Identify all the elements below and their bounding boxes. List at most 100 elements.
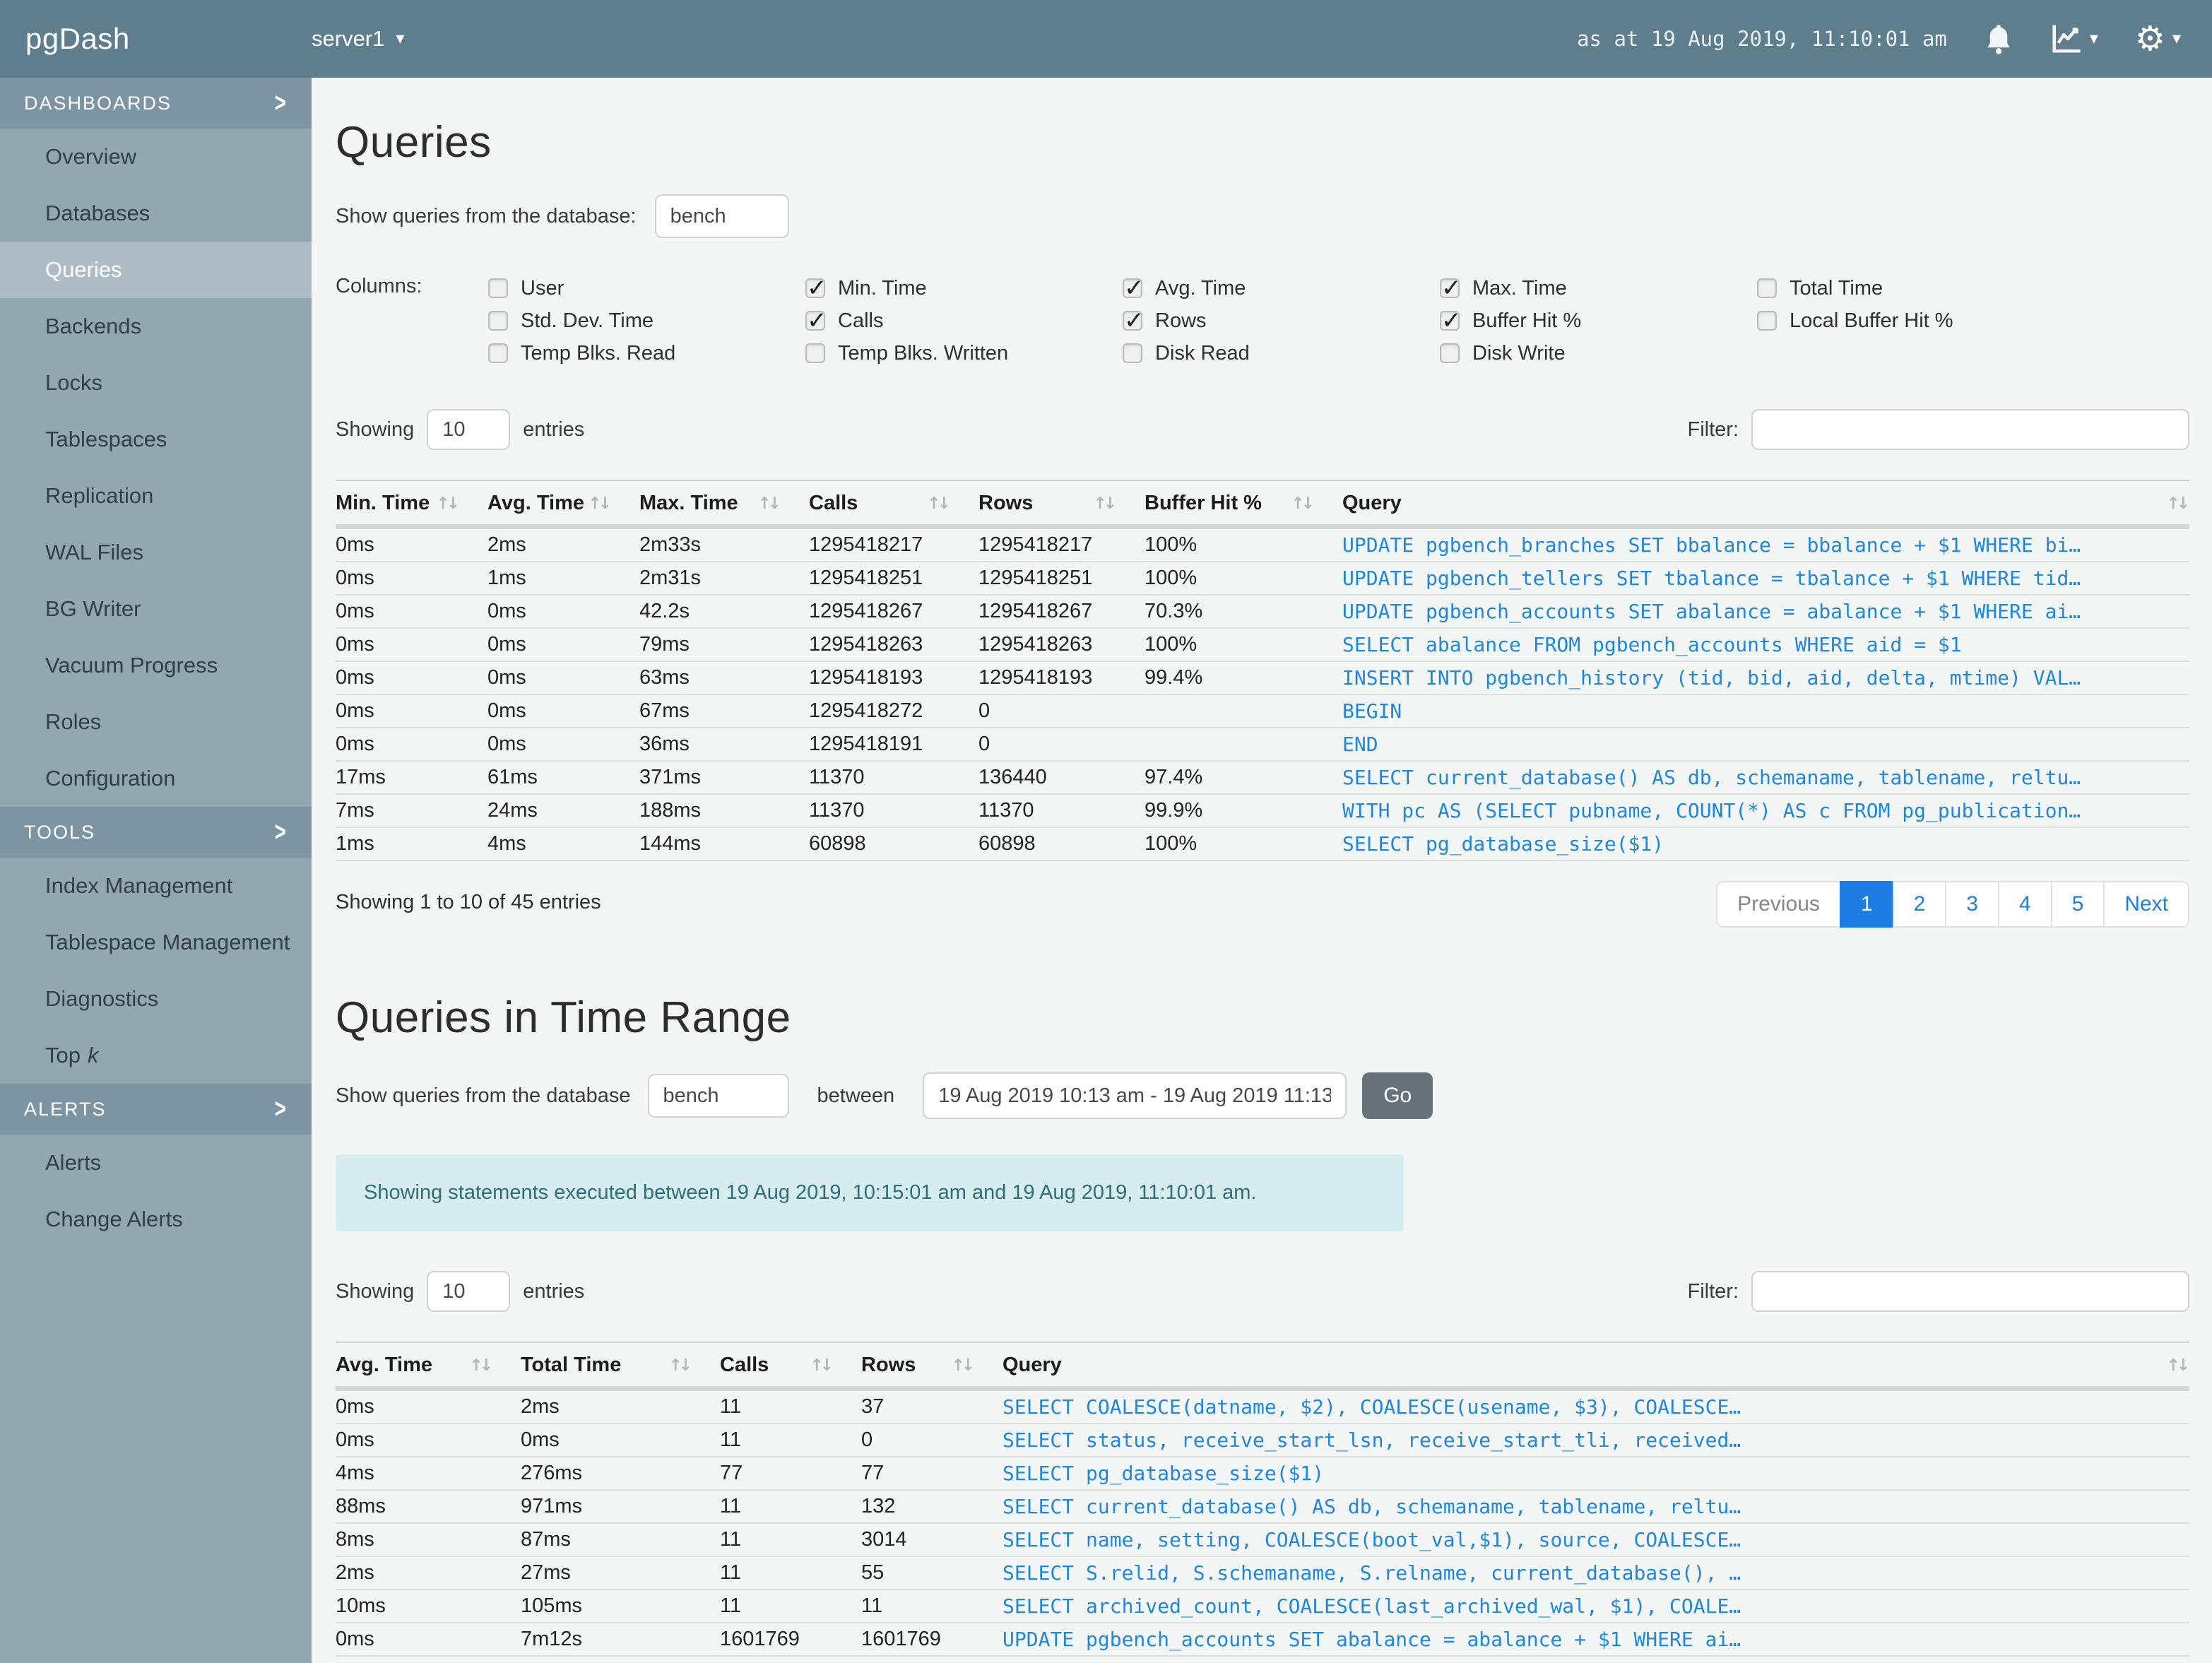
sort-icon[interactable]: ↑↓ bbox=[2166, 495, 2189, 513]
query-link[interactable]: SELECT abalance FROM pgbench_accounts WH… bbox=[1342, 628, 2189, 662]
col-header-query-2[interactable]: Query ↑↓ bbox=[1003, 1342, 2190, 1389]
column-checkbox[interactable]: ✓ Avg. Time bbox=[1123, 274, 1440, 302]
column-checkbox[interactable]: ✓ Disk Write bbox=[1440, 342, 1757, 365]
checkbox-box[interactable]: ✓ bbox=[1757, 311, 1777, 331]
server-dropdown[interactable]: server1 ▾ bbox=[312, 26, 404, 52]
pagination-page[interactable]: 4 bbox=[1997, 881, 2052, 928]
pagination-page[interactable]: 2 bbox=[1892, 881, 1947, 928]
query-link[interactable]: SELECT pg_database_size($1) bbox=[1342, 827, 2189, 861]
sidebar-item[interactable]: Diagnostics bbox=[0, 971, 312, 1027]
sidebar-item[interactable]: Configuration bbox=[0, 750, 312, 807]
column-checkbox[interactable]: ✓ User bbox=[488, 277, 805, 300]
col-header-rows[interactable]: Rows ↑↓ bbox=[978, 480, 1145, 527]
column-checkbox[interactable]: ✓ Local Buffer Hit % bbox=[1757, 309, 2074, 333]
sort-icon[interactable]: ↑↓ bbox=[436, 495, 459, 513]
checkbox-box[interactable]: ✓ bbox=[488, 311, 508, 331]
col-header-min-time[interactable]: Min. Time ↑↓ bbox=[336, 480, 487, 527]
pagination-previous[interactable]: Previous bbox=[1716, 881, 1841, 928]
query-link[interactable]: SELECT current_database() AS db, scheman… bbox=[1342, 761, 2189, 795]
query-link[interactable]: END bbox=[1342, 728, 2189, 762]
checkbox-box[interactable]: ✓ bbox=[805, 343, 825, 363]
checkbox-box[interactable]: ✓ bbox=[805, 274, 827, 302]
sidebar-item[interactable]: Overview bbox=[0, 129, 312, 185]
sidebar-item[interactable]: Alerts bbox=[0, 1135, 312, 1191]
sidebar-item[interactable]: Queries bbox=[0, 242, 312, 298]
col-header-total-time[interactable]: Total Time ↑↓ bbox=[521, 1342, 720, 1389]
col-header-buffer-hit[interactable]: Buffer Hit % ↑↓ bbox=[1145, 480, 1342, 527]
sidebar-section-tools[interactable]: TOOLS > bbox=[0, 807, 312, 858]
entries-count-input-2[interactable] bbox=[427, 1271, 511, 1312]
checkbox-box[interactable]: ✓ bbox=[488, 343, 508, 363]
checkbox-box[interactable]: ✓ bbox=[488, 278, 508, 298]
column-checkbox[interactable]: ✓ Min. Time bbox=[805, 274, 1123, 302]
checkbox-box[interactable]: ✓ bbox=[1440, 343, 1460, 363]
column-checkbox[interactable]: ✓ Max. Time bbox=[1440, 274, 1757, 302]
query-link[interactable]: SELECT S.relid, S.schemaname, S.relname,… bbox=[1003, 1556, 2189, 1590]
sidebar-item[interactable]: Vacuum Progress bbox=[0, 637, 312, 694]
settings-menu-button[interactable]: ⚙ ▾ bbox=[2135, 22, 2181, 56]
pagination-page[interactable]: 1 bbox=[1839, 881, 1894, 928]
filter-input[interactable] bbox=[1751, 409, 2189, 450]
database-input[interactable] bbox=[654, 194, 789, 238]
checkbox-box[interactable]: ✓ bbox=[805, 307, 827, 335]
sidebar-item[interactable]: Roles bbox=[0, 694, 312, 750]
checkbox-box[interactable]: ✓ bbox=[1757, 278, 1777, 298]
col-header-query[interactable]: Query ↑↓ bbox=[1342, 480, 2190, 527]
database-input-2[interactable] bbox=[647, 1074, 789, 1118]
pagination-next[interactable]: Next bbox=[2103, 881, 2189, 928]
sort-icon[interactable]: ↑↓ bbox=[951, 1356, 974, 1375]
sort-icon[interactable]: ↑↓ bbox=[588, 495, 611, 513]
notifications-button[interactable] bbox=[1984, 23, 2013, 55]
sidebar-item[interactable]: Tablespaces bbox=[0, 411, 312, 468]
sidebar-item[interactable]: BG Writer bbox=[0, 581, 312, 637]
sort-icon[interactable]: ↑↓ bbox=[810, 1356, 833, 1375]
query-link[interactable]: UPDATE pgbench_accounts SET abalance = a… bbox=[1003, 1623, 2189, 1657]
sort-icon[interactable]: ↑↓ bbox=[927, 495, 950, 513]
col-header-max-time[interactable]: Max. Time ↑↓ bbox=[639, 480, 809, 527]
sidebar-item[interactable]: Top k bbox=[0, 1027, 312, 1084]
sidebar-item[interactable]: Tablespace Management bbox=[0, 914, 312, 971]
column-checkbox[interactable]: ✓ Temp Blks. Written bbox=[805, 342, 1123, 365]
column-checkbox[interactable]: ✓ Calls bbox=[805, 307, 1123, 335]
sidebar-item[interactable]: Locks bbox=[0, 355, 312, 411]
sidebar-item[interactable]: Backends bbox=[0, 298, 312, 355]
col-header-rows-2[interactable]: Rows ↑↓ bbox=[861, 1342, 1003, 1389]
sidebar-section-alerts[interactable]: ALERTS > bbox=[0, 1084, 312, 1135]
sort-icon[interactable]: ↑↓ bbox=[2166, 1356, 2189, 1375]
column-checkbox[interactable]: ✓ Total Time bbox=[1757, 277, 2074, 300]
checkbox-box[interactable]: ✓ bbox=[1123, 343, 1142, 363]
sort-icon[interactable]: ↑↓ bbox=[1093, 495, 1116, 513]
query-link[interactable]: SELECT name, setting, COALESCE(boot_val,… bbox=[1003, 1523, 2189, 1557]
checkbox-box[interactable]: ✓ bbox=[1440, 274, 1462, 302]
column-checkbox[interactable]: ✓ Disk Read bbox=[1123, 342, 1440, 365]
col-header-calls[interactable]: Calls ↑↓ bbox=[809, 480, 978, 527]
sidebar-item[interactable]: Index Management bbox=[0, 858, 312, 914]
query-link[interactable]: SELECT current_database() AS db, scheman… bbox=[1003, 1490, 2189, 1524]
query-link[interactable]: SELECT archived_count, COALESCE(last_arc… bbox=[1003, 1590, 2189, 1623]
query-link[interactable]: WITH pc AS (SELECT pubname, COUNT(*) AS … bbox=[1342, 794, 2189, 828]
col-header-calls-2[interactable]: Calls ↑↓ bbox=[720, 1342, 861, 1389]
checkbox-box[interactable]: ✓ bbox=[1440, 307, 1462, 335]
sort-icon[interactable]: ↑↓ bbox=[757, 495, 781, 513]
query-link[interactable]: UPDATE pgbench_accounts SET abalance = a… bbox=[1342, 595, 2189, 629]
query-link[interactable]: SELECT pg_table_size($1) bbox=[1003, 1656, 2189, 1663]
query-link[interactable]: INSERT INTO pgbench_history (tid, bid, a… bbox=[1342, 661, 2189, 695]
column-checkbox[interactable]: ✓ Std. Dev. Time bbox=[488, 309, 805, 333]
sort-icon[interactable]: ↑↓ bbox=[668, 1356, 692, 1375]
go-button[interactable]: Go bbox=[1362, 1072, 1433, 1119]
pagination-page[interactable]: 5 bbox=[2050, 881, 2105, 928]
query-link[interactable]: BEGIN bbox=[1342, 694, 2189, 728]
column-checkbox[interactable]: ✓ Buffer Hit % bbox=[1440, 307, 1757, 335]
col-header-avg-time-2[interactable]: Avg. Time ↑↓ bbox=[336, 1342, 521, 1389]
query-link[interactable]: UPDATE pgbench_branches SET bbalance = b… bbox=[1342, 526, 2189, 562]
query-link[interactable]: SELECT pg_database_size($1) bbox=[1003, 1457, 2189, 1491]
sidebar-item[interactable]: Change Alerts bbox=[0, 1191, 312, 1248]
sidebar-item[interactable]: Databases bbox=[0, 185, 312, 242]
column-checkbox[interactable]: ✓ Rows bbox=[1123, 307, 1440, 335]
sidebar-item[interactable]: Replication bbox=[0, 468, 312, 524]
col-header-avg-time[interactable]: Avg. Time ↑↓ bbox=[487, 480, 639, 527]
entries-count-input[interactable] bbox=[427, 409, 511, 450]
charts-menu-button[interactable]: ▾ bbox=[2050, 23, 2098, 55]
query-link[interactable]: SELECT status, receive_start_lsn, receiv… bbox=[1003, 1424, 2189, 1457]
checkbox-box[interactable]: ✓ bbox=[1123, 307, 1145, 335]
